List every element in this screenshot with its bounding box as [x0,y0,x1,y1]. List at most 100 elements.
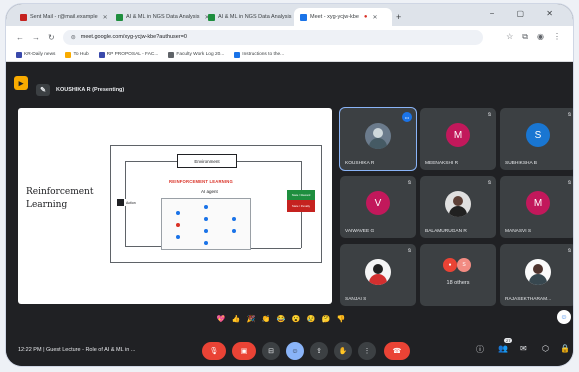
extensions-icon[interactable]: ⧉ [522,32,528,42]
diagram-line [251,248,301,249]
people-icon[interactable]: 👥 [498,344,508,353]
present-button[interactable]: ⇪ [310,342,328,360]
window-controls[interactable]: − ▢ ✕ [490,9,563,18]
emoji-button[interactable]: ☺ [286,342,304,360]
activities-icon[interactable]: ⬡ [542,344,549,353]
bookmark-item[interactable]: KR-Daily news [16,51,55,58]
reaction-laugh[interactable]: 😂 [276,314,286,324]
photo-head [453,196,463,206]
photo-body [449,206,467,217]
recording-icon: ● [363,14,368,20]
bookmark-item[interactable]: To Hub [65,51,89,58]
sheets-icon [208,13,215,21]
browser-tab-meet[interactable]: Meet - xyg-ycjw-kbe ● ✕ [294,8,392,26]
present-icon: ✎ [36,84,50,96]
browser-tab-2[interactable]: AI & ML in NGS Data Analysis ✕ [110,8,210,26]
bookmark-item[interactable]: Instructions to the... [234,51,285,58]
participant-tile[interactable]: ••• KOUSHIKA R [340,108,416,170]
reaction-party[interactable]: 🎉 [246,314,256,324]
browser-tab-1[interactable]: Sent Mail - r@mail.example ✕ [14,8,110,26]
tab-strip: Sent Mail - r@mail.example ✕ AI & ML in … [6,4,573,26]
address-bar: ← → ↻ ⊜ meet.google.com/xyg-ycjw-kbe?aut… [6,26,573,48]
people-count-badge: 27 [504,338,513,343]
reaction-clap[interactable]: 👏 [261,314,271,324]
more-options-button[interactable]: ⋮ [358,342,376,360]
participant-tile[interactable]: S ⍉ SUBHIKSHA B [500,108,573,170]
participant-photo [525,259,551,285]
meet-area: ▸ ✎ KOUSHIKA R (Presenting) Reinforcemen… [6,62,573,366]
participant-name: MEENAKSHI R [425,161,459,166]
state-reward-box: State / Reward [287,190,315,200]
presenter-label: KOUSHIKA R (Presenting) [56,87,125,93]
bookmark-label: Instructions to the... [242,52,285,57]
reaction-settings-icon[interactable]: ☺ [557,310,571,324]
nn-node [176,211,180,215]
reaction-thumbs-down[interactable]: 👎 [336,314,346,324]
mic-toggle-button[interactable]: 🎙 [202,342,226,360]
participant-tile[interactable]: ⍉ SANJAI S [340,244,416,306]
diagram-line [125,161,177,162]
meet-icon [300,13,307,21]
neural-network-graphic [161,198,251,250]
reaction-sad[interactable]: 😢 [306,314,316,324]
ai-agent-label: AI agent [201,189,218,194]
meeting-controls: 12:22 PM | Guest Lecture - Role of AI & … [6,334,573,366]
mic-off-icon: ⍉ [407,180,411,186]
reaction-bar: 💖 👍 🎉 👏 😂 😮 😢 🤔 👎 [216,314,346,324]
site-info-icon[interactable]: ⊜ [71,34,76,41]
info-icon[interactable]: ⓘ [476,344,484,355]
participant-tile[interactable]: ⍉ RAJASEKTHARAM... [500,244,573,306]
photo-head [373,128,383,138]
leave-call-button[interactable]: ☎ [384,342,410,360]
menu-icon[interactable]: ⋮ [553,32,561,42]
others-count-label: 18 others [446,280,470,286]
browser-tab-3[interactable]: AI & ML in NGS Data Analysis ✕ [202,8,302,26]
participant-name: BALAMURUGAN R [425,229,467,234]
tab-title: Meet - xyg-ycjw-kbe [310,14,359,20]
action-label: Action [126,201,136,205]
mic-off-icon: ⍉ [487,112,491,118]
nn-node [204,241,208,245]
reaction-surprised[interactable]: 😮 [291,314,301,324]
participant-name: MANASVI S [505,229,532,234]
reaction-heart[interactable]: 💖 [216,314,226,324]
close-icon[interactable]: ✕ [103,14,108,21]
participant-tile[interactable]: V ⍉ VAIWAVEE G [340,176,416,238]
others-tile[interactable]: ● S 18 others [420,244,496,306]
toolbar-right: ☆ ⧉ ◉ ⋮ [506,32,573,42]
chat-icon[interactable]: ✉ [520,344,527,353]
diagram-line [125,161,126,199]
bookmark-star-icon[interactable]: ☆ [506,32,513,42]
photo-body [369,274,387,285]
nn-node [204,217,208,221]
rl-diagram: Environment REINFORCEMENT LEARNING AI ag… [110,145,322,263]
profile-icon[interactable]: ◉ [537,32,544,42]
reaction-thumbs-up[interactable]: 👍 [231,314,241,324]
others-avatar: ● [443,258,457,272]
camera-toggle-button[interactable]: ▣ [232,342,256,360]
host-controls-icon[interactable]: 🔒 [560,344,570,353]
bookmark-item[interactable]: RP PROPOSAL - FAC... [98,51,158,58]
bookmark-icon [234,51,241,58]
bookmark-item[interactable]: Faculty Work Log 20... [168,51,224,58]
raise-hand-button[interactable]: ✋ [334,342,352,360]
mic-off-icon: ⍉ [567,112,571,118]
forward-icon[interactable]: → [32,33,40,42]
back-icon[interactable]: ← [16,33,24,42]
diagram-line [237,161,301,162]
nn-node [232,229,236,233]
new-tab-button[interactable]: + [396,12,401,22]
url-input[interactable]: ⊜ meet.google.com/xyg-ycjw-kbe?authuser=… [62,29,483,45]
participant-name: VAIWAVEE G [345,229,375,234]
nn-node [176,223,180,227]
browser-window: Sent Mail - r@mail.example ✕ AI & ML in … [6,4,573,366]
mic-off-icon: ⍉ [567,180,571,186]
reaction-thinking[interactable]: 🤔 [321,314,331,324]
close-icon[interactable]: ✕ [373,14,378,21]
participant-tile[interactable]: M ⍉ MEENAKSHI R [420,108,496,170]
reload-icon[interactable]: ↻ [48,33,55,42]
participant-tile[interactable]: ⍉ BALAMURUGAN R [420,176,496,238]
action-marker [117,199,124,206]
participant-tile[interactable]: M ⍉ MANASVI S [500,176,573,238]
captions-button[interactable]: ⊟ [262,342,280,360]
